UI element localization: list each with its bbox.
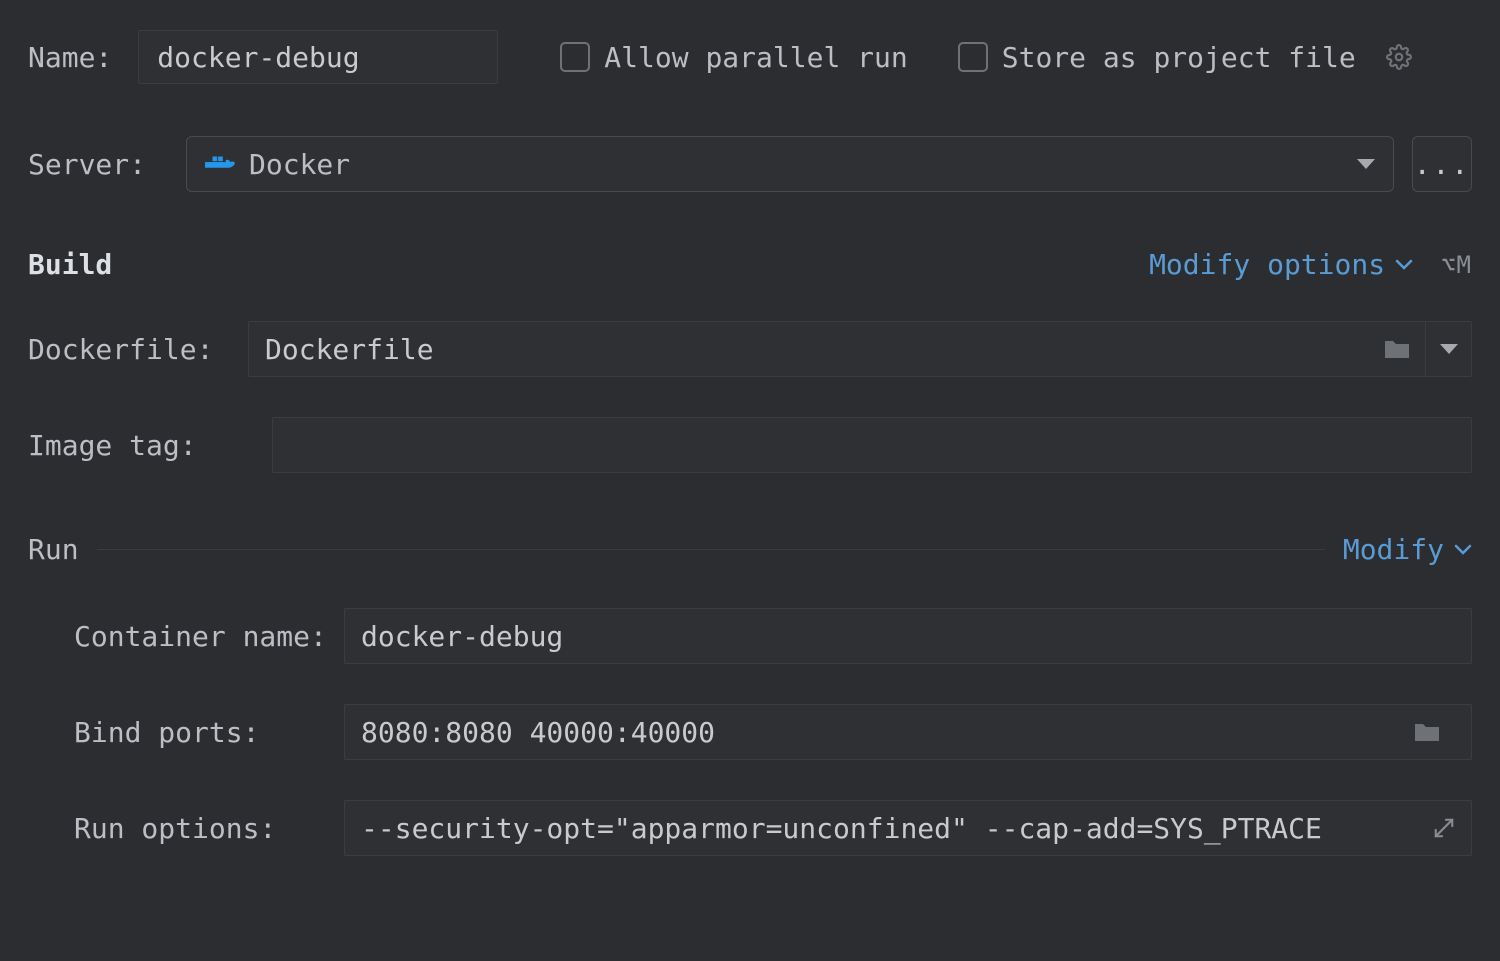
expand-icon[interactable] <box>1433 817 1455 839</box>
modify-options-link[interactable]: Modify options <box>1149 248 1385 281</box>
allow-parallel-label: Allow parallel run <box>604 41 907 74</box>
name-input[interactable]: docker-debug <box>138 30 498 84</box>
run-options-input[interactable]: --security-opt="apparmor=unconfined" --c… <box>344 800 1472 856</box>
checkbox-icon <box>560 42 590 72</box>
chevron-down-icon <box>1357 159 1375 169</box>
server-value: Docker <box>249 148 350 181</box>
server-label: Server: <box>28 148 168 181</box>
run-heading: Run <box>28 533 79 566</box>
dockerfile-input[interactable]: Dockerfile <box>248 321 1472 377</box>
container-name-input[interactable]: docker-debug <box>344 608 1472 664</box>
run-options-label: Run options: <box>28 812 344 845</box>
build-heading: Build <box>28 248 112 281</box>
folder-icon[interactable] <box>1413 721 1441 743</box>
name-label: Name: <box>28 41 112 74</box>
server-dropdown[interactable]: Docker <box>186 136 1394 192</box>
allow-parallel-checkbox[interactable]: Allow parallel run <box>560 41 907 74</box>
bind-ports-label: Bind ports: <box>28 716 344 749</box>
dockerfile-history-dropdown[interactable] <box>1425 322 1471 376</box>
store-project-label: Store as project file <box>1002 41 1356 74</box>
container-name-label: Container name: <box>28 620 344 653</box>
imagetag-input[interactable] <box>272 417 1472 473</box>
bind-ports-input[interactable]: 8080:8080 40000:40000 <box>344 704 1472 760</box>
divider <box>97 549 1325 550</box>
chevron-down-icon <box>1395 259 1413 271</box>
checkbox-icon <box>958 42 988 72</box>
run-modify-link[interactable]: Modify <box>1343 533 1444 566</box>
bind-ports-value: 8080:8080 40000:40000 <box>361 716 1413 749</box>
dockerfile-label: Dockerfile: <box>28 333 248 366</box>
chevron-down-icon <box>1454 544 1472 556</box>
docker-icon <box>205 152 235 176</box>
store-project-checkbox[interactable]: Store as project file <box>958 41 1356 74</box>
container-name-value: docker-debug <box>361 620 563 653</box>
server-browse-button[interactable]: ... <box>1412 136 1472 192</box>
gear-icon[interactable] <box>1386 44 1412 70</box>
shortcut-hint: ⌥M <box>1441 251 1472 279</box>
dockerfile-value: Dockerfile <box>265 333 1383 366</box>
run-options-value: --security-opt="apparmor=unconfined" --c… <box>361 812 1423 845</box>
folder-icon[interactable] <box>1383 338 1411 360</box>
chevron-down-icon <box>1440 344 1458 354</box>
imagetag-label: Image tag: <box>28 429 248 462</box>
